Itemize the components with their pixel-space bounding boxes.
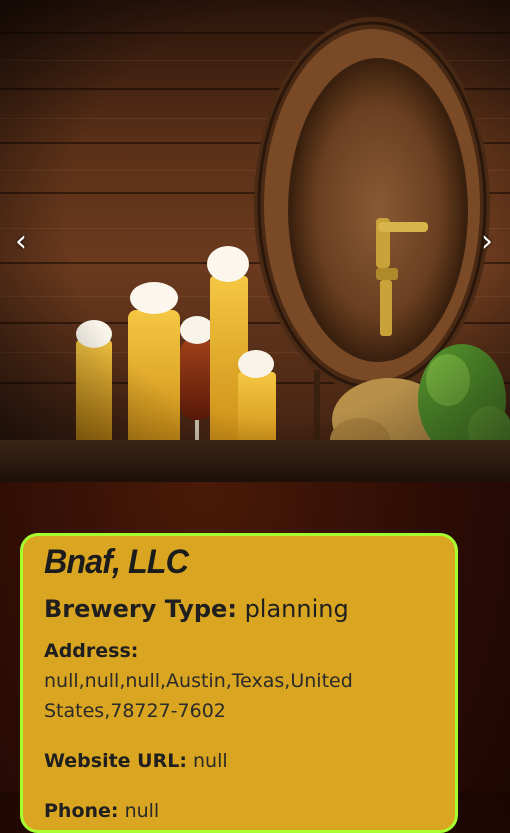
- address-value: null,null,null,Austin,Texas,United State…: [44, 670, 353, 722]
- phone-row: Phone: null: [44, 796, 435, 826]
- phone-value: null: [124, 800, 160, 822]
- address-row: Address: null,null,null,Austin,Texas,Uni…: [44, 636, 435, 726]
- carousel-prev-button[interactable]: ‹: [6, 222, 36, 262]
- brewery-name: Bnaf, LLC: [44, 543, 189, 581]
- phone-label: Phone:: [44, 800, 119, 822]
- brewery-type-value: planning: [244, 595, 349, 623]
- hero-carousel: ‹ ›: [0, 0, 510, 482]
- website-row: Website URL: null: [44, 746, 435, 776]
- table-surface: [0, 440, 510, 482]
- website-value: null: [192, 750, 228, 772]
- hero-image: [0, 0, 510, 482]
- carousel-next-button[interactable]: ›: [472, 222, 502, 262]
- website-label: Website URL:: [44, 750, 187, 772]
- brewery-type-label: Brewery Type:: [44, 595, 237, 623]
- brewery-type-row: Brewery Type: planning: [44, 594, 435, 624]
- brewery-card: Bnaf, LLC Brewery Type: planning Address…: [20, 533, 458, 833]
- address-label: Address:: [44, 640, 139, 662]
